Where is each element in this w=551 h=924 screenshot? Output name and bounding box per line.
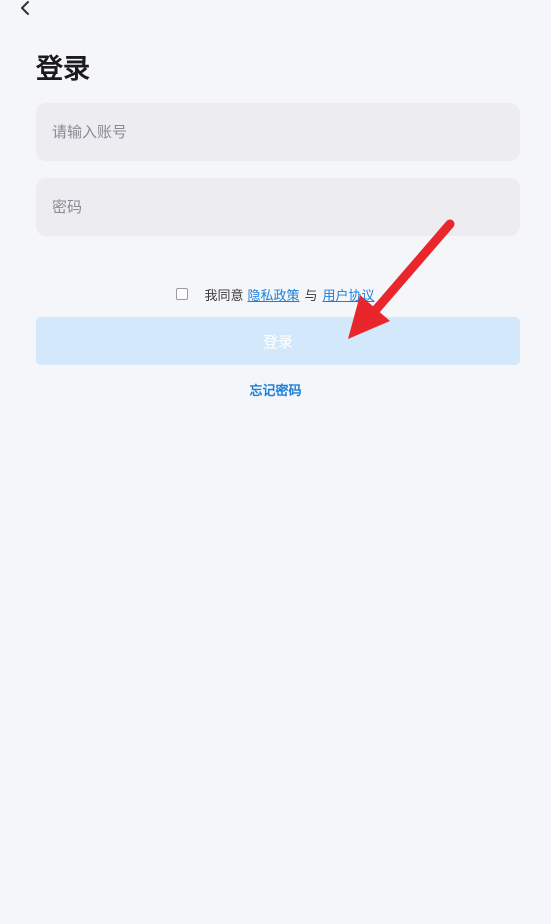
back-button[interactable]: [14, 0, 38, 18]
agreement-row: 我同意 隐私政策 与 用户协议: [0, 284, 551, 304]
agree-checkbox[interactable]: [176, 288, 189, 300]
user-agreement-link[interactable]: 用户协议: [323, 285, 375, 304]
forgot-password-link[interactable]: 忘记密码: [0, 380, 551, 399]
privacy-policy-link[interactable]: 隐私政策: [247, 285, 299, 304]
agree-connector: 与: [304, 288, 318, 304]
password-input[interactable]: [36, 178, 520, 236]
chevron-left-icon: [21, 1, 29, 15]
login-button-label: 登录: [262, 332, 293, 351]
page-title: 登录: [36, 54, 90, 85]
agree-prefix: 我同意: [204, 288, 244, 304]
account-input[interactable]: [36, 103, 520, 161]
login-button[interactable]: 登录: [36, 317, 520, 365]
